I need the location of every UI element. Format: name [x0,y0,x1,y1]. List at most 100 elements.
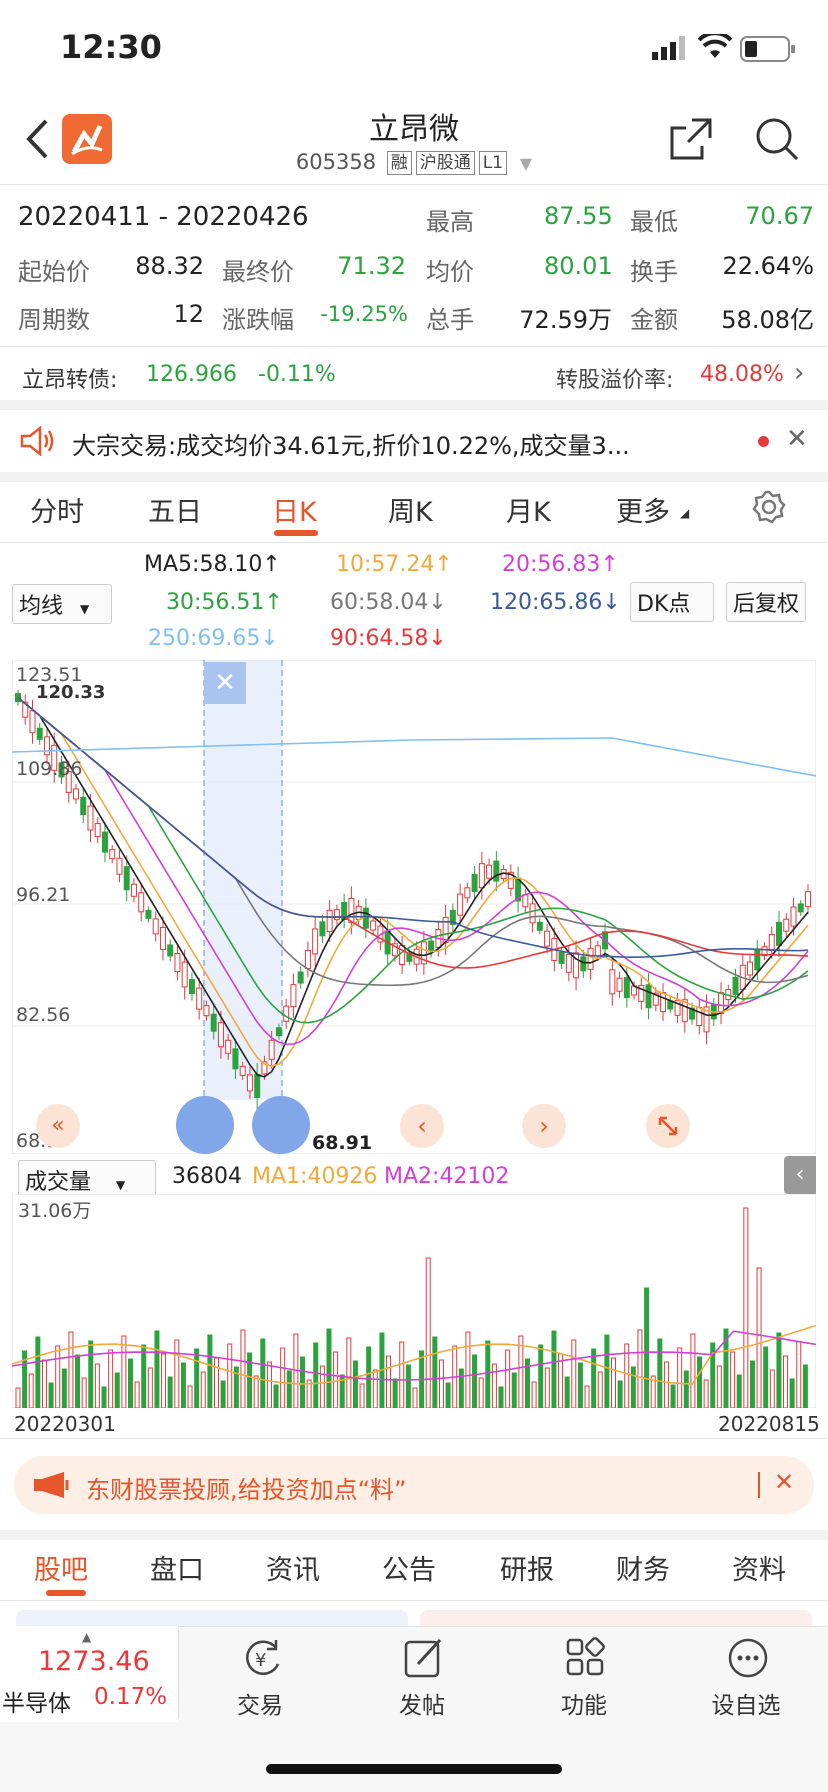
collapse-panel-button[interactable]: ‹ [784,1156,816,1194]
volume-bar [558,1353,564,1408]
end-date-label: 20220815 [718,1412,820,1436]
range-close-button[interactable]: ✕ [204,662,246,704]
tag-connect: 沪股通 [415,151,475,175]
volume-bar [425,1257,431,1408]
candle [130,883,137,897]
volume-bar [121,1335,127,1408]
candle [152,918,159,935]
tab-daily-k[interactable]: 日K [272,490,317,529]
back-adjusted-button[interactable]: 后复权 [726,582,807,622]
volume-bar [174,1339,180,1408]
ma-selector[interactable]: 均线 ▼ [12,584,112,624]
volume-bar [591,1348,597,1408]
volume-bar [458,1368,464,1408]
candle [754,949,761,971]
volume-bar [147,1367,153,1408]
index-widget[interactable]: ▲ 1273.46 半导体 0.17% [0,1626,178,1722]
ma250-label: 250:69.65↓ [148,626,279,651]
range-handle-right[interactable] [252,1096,310,1154]
volume-total-value: 72.59万 [519,306,612,334]
volume-bar [15,1387,21,1408]
tab-guba[interactable]: 股吧 [34,1548,88,1587]
status-time: 12:30 [60,28,162,66]
notice-bar[interactable]: 大宗交易:成交均价34.61元,折价10.22%,成交量3... ✕ [0,410,828,472]
candle [478,863,485,889]
scroll-right-button[interactable]: › [522,1104,566,1148]
candle [101,831,108,853]
volume-bar [352,1360,358,1408]
tab-5day[interactable]: 五日 [148,490,202,529]
candle [645,984,652,1009]
candle [790,906,797,927]
tab-intraday[interactable]: 分时 [30,490,84,529]
volume-bar [697,1356,703,1408]
dk-point-button[interactable]: DK点 [630,582,714,622]
tab-finance[interactable]: 财务 [616,1548,670,1587]
candle [217,1022,224,1048]
end-price-value: 71.32 [337,252,406,280]
date-range: 20220411 - 20220426 [18,202,309,232]
volume-bar [108,1349,114,1408]
scroll-left-button[interactable]: ‹ [400,1104,444,1148]
candle [558,951,565,964]
dock-functions-label: 功能 [561,1693,607,1719]
candle [616,977,623,992]
candle [544,930,551,947]
close-icon[interactable]: ✕ [786,424,808,454]
candle [246,1074,253,1092]
volume-bar [180,1362,186,1408]
volume-bar [472,1354,478,1408]
candle [609,969,616,995]
candle [36,727,43,740]
close-icon[interactable]: ✕ [774,1468,794,1496]
avg-price-value: 80.01 [544,252,613,280]
tab-profile[interactable]: 资料 [732,1548,786,1587]
volume-bar [346,1337,352,1408]
dropdown-arrow-icon: ▼ [80,602,90,616]
y-tick-3: 96.21 [16,884,71,906]
volume-bar [167,1376,173,1408]
tab-news[interactable]: 资讯 [266,1548,320,1587]
more-dots-icon [728,1638,768,1678]
volume-bar [81,1377,87,1408]
tab-pankou[interactable]: 盘口 [150,1548,204,1587]
ad-text: 东财股票投顾,给投资加点“料” [86,1476,407,1504]
amount-label: 金额 [630,306,678,334]
tab-weekly-k[interactable]: 周K [388,490,433,529]
volume-bar [783,1355,789,1408]
volume-bar [432,1336,438,1408]
volume-bar [544,1367,550,1408]
tab-monthly-k[interactable]: 月K [506,490,551,529]
volume-bar [743,1207,749,1408]
volume-bar [141,1344,147,1408]
settings-gear-icon[interactable] [752,490,786,524]
bond-row[interactable]: 立昂转债: 126.966 -0.11% 转股溢价率: 48.08% › [0,348,828,400]
volume-bar [571,1339,577,1408]
volume-bar [88,1340,94,1408]
share-button[interactable] [668,116,714,166]
candlestick-chart[interactable] [12,660,816,1154]
min-price-marker: 68.91 [312,1132,373,1154]
volume-bar [333,1351,339,1408]
search-button[interactable] [754,116,800,166]
volume-bar [604,1334,610,1408]
volume-bar [214,1357,219,1408]
volume-bar [577,1362,583,1408]
volume-bar [657,1338,663,1408]
candle [232,1048,239,1070]
candle [783,918,790,932]
tab-more[interactable]: 更多 [616,490,670,529]
candle [333,909,340,921]
candle [109,849,116,860]
range-handle-left[interactable] [176,1096,234,1154]
scroll-left-fast-button[interactable]: « [36,1104,80,1148]
candle [268,1039,275,1060]
fullscreen-button[interactable] [646,1104,690,1148]
high-label: 最高 [426,208,474,236]
ma30-label: 30:56.51↑ [166,590,283,615]
tab-announcements[interactable]: 公告 [382,1548,436,1587]
ad-banner[interactable]: 东财股票投顾,给投资加点“料” ✕ [14,1456,814,1514]
volume-bar [273,1384,279,1408]
volume-bar [359,1383,365,1408]
tab-research[interactable]: 研报 [500,1548,554,1587]
